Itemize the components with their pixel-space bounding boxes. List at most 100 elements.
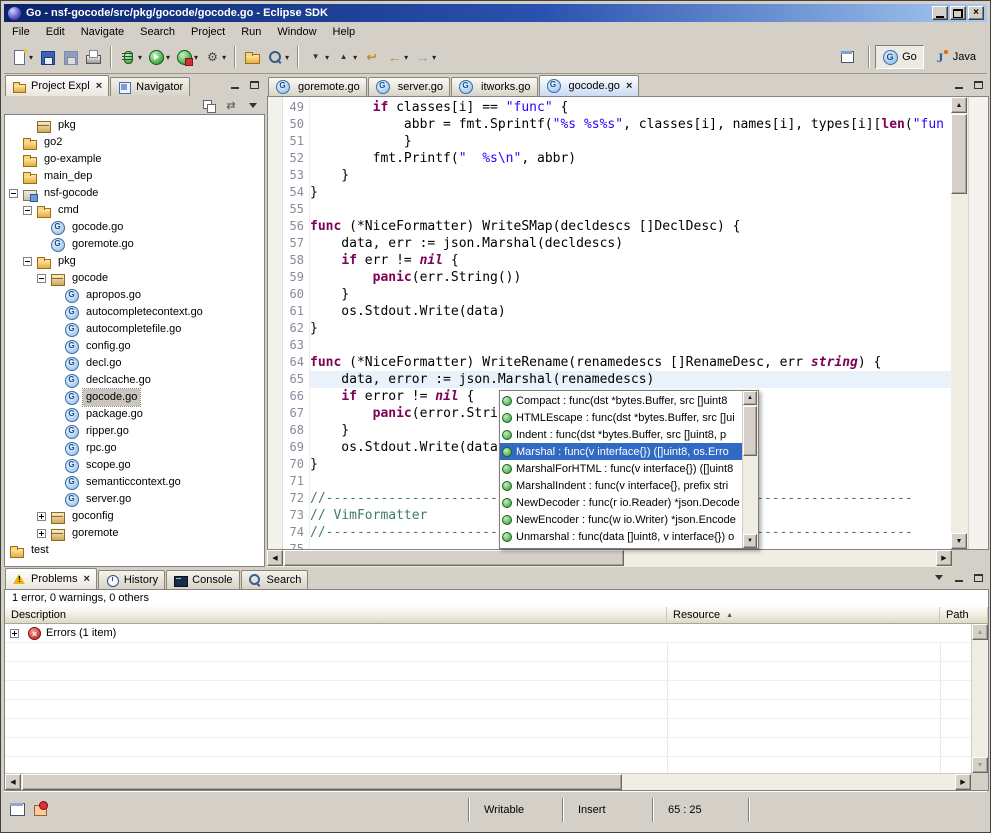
tree-item-goremote.go[interactable]: goremote.go [5, 236, 264, 253]
view-menu-button[interactable] [930, 570, 947, 585]
collapse-all-button[interactable] [200, 98, 218, 113]
popup-scrollbar[interactable]: ▲ ▼ [742, 391, 758, 548]
tree-item-nsf-gocode[interactable]: nsf-gocode [5, 185, 264, 202]
link-with-editor-button[interactable]: ⇄ [222, 98, 240, 113]
completion-item[interactable]: NewEncoder : func(w io.Writer) *json.Enc… [500, 511, 742, 528]
view-tab-problems[interactable]: Problems× [5, 568, 97, 589]
save-all-button[interactable] [59, 44, 82, 70]
tree-item-cmd[interactable]: cmd [5, 202, 264, 219]
view-tab-console[interactable]: Console [166, 570, 239, 589]
editor-tab-goremote.go[interactable]: goremote.go [268, 77, 367, 96]
forward-button[interactable]: →▾ [411, 44, 439, 70]
problems-vertical-scrollbar[interactable]: ▲ ▼ [971, 624, 988, 773]
scrollbar-thumb[interactable] [951, 114, 967, 194]
search-button[interactable]: ▾ [264, 44, 292, 70]
tree-item-go-example[interactable]: go-example [5, 151, 264, 168]
view-tab-navigator[interactable]: Navigator [110, 77, 190, 96]
scroll-up-icon[interactable]: ▲ [972, 624, 988, 640]
dropdown-arrow-icon[interactable]: ▾ [194, 53, 198, 62]
tree-expander[interactable] [37, 529, 46, 538]
completion-item[interactable]: MarshalIndent : func(v interface{}, pref… [500, 477, 742, 494]
maximize-view-button[interactable] [970, 570, 987, 585]
perspective-java-button[interactable]: Java [926, 45, 983, 69]
close-tab-icon[interactable]: × [96, 81, 102, 92]
code-line-65[interactable]: data, error := json.Marshal(renamedescs) [310, 371, 951, 388]
scrollbar-thumb[interactable] [22, 774, 622, 790]
save-button[interactable] [36, 44, 59, 70]
view-tab-history[interactable]: History [98, 570, 165, 589]
scroll-up-icon[interactable]: ▲ [951, 97, 967, 113]
debug-button[interactable]: ▾ [117, 44, 145, 70]
scroll-left-icon[interactable]: ◀ [267, 550, 283, 566]
minimize-view-button[interactable] [226, 77, 243, 92]
tree-item-ripper.go[interactable]: ripper.go [5, 423, 264, 440]
dropdown-arrow-icon[interactable]: ▾ [325, 53, 329, 62]
tree-item-declcache.go[interactable]: declcache.go [5, 372, 264, 389]
scroll-up-icon[interactable]: ▲ [743, 391, 757, 405]
line-number-ruler[interactable]: 4950515253545556575859606162636465666768… [283, 97, 310, 549]
problems-table[interactable]: ×Errors (1 item) [5, 624, 971, 773]
run-button[interactable]: ▾ [145, 44, 173, 70]
editor-tab-server.go[interactable]: server.go [368, 77, 450, 96]
tree-item-test[interactable]: test [5, 542, 264, 559]
completion-item[interactable]: NewDecoder : func(r io.Reader) *json.Dec… [500, 494, 742, 511]
titlebar[interactable]: Go - nsf-gocode/src/pkg/gocode/gocode.go… [4, 4, 987, 22]
menu-window[interactable]: Window [269, 24, 324, 40]
code-line-55[interactable] [310, 201, 951, 218]
completion-item[interactable]: Indent : func(dst *bytes.Buffer, src []u… [500, 426, 742, 443]
code-line-58[interactable]: if err != nil { [310, 252, 951, 269]
tree-item-gocode[interactable]: gocode [5, 270, 264, 287]
tree-item-autocompletefile.go[interactable]: autocompletefile.go [5, 321, 264, 338]
code-line-60[interactable]: } [310, 286, 951, 303]
tree-expander[interactable] [37, 274, 46, 283]
tree-item-goconfig[interactable]: goconfig [5, 508, 264, 525]
maximize-view-button[interactable] [246, 77, 263, 92]
dropdown-arrow-icon[interactable]: ▾ [432, 53, 436, 62]
code-line-50[interactable]: abbr = fmt.Sprintf("%s %s%s", classes[i]… [310, 116, 951, 133]
maximize-editor-button[interactable] [970, 77, 987, 92]
view-tab-project-expl[interactable]: Project Expl× [5, 75, 109, 96]
view-menu-button[interactable] [244, 98, 261, 113]
tree-item-config.go[interactable]: config.go [5, 338, 264, 355]
code-line-53[interactable]: } [310, 167, 951, 184]
menu-file[interactable]: File [4, 24, 38, 40]
tree-item-server.go[interactable]: server.go [5, 491, 264, 508]
tree-expander[interactable] [23, 257, 32, 266]
tree-expander[interactable] [9, 189, 18, 198]
last-edit-location-button[interactable]: ↩ [360, 44, 383, 70]
completion-item[interactable]: Marshal : func(v interface{}) ([]uint8, … [500, 443, 742, 460]
code-line-57[interactable]: data, err := json.Marshal(decldescs) [310, 235, 951, 252]
code-line-52[interactable]: fmt.Printf(" %s\n", abbr) [310, 150, 951, 167]
dropdown-arrow-icon[interactable]: ▾ [29, 53, 33, 62]
editor-horizontal-scrollbar[interactable]: ◀ ▶ [267, 550, 952, 567]
editor-tab-itworks.go[interactable]: itworks.go [451, 77, 538, 96]
back-button[interactable]: ←▾ [383, 44, 411, 70]
minimize-button[interactable] [932, 6, 948, 20]
scroll-right-icon[interactable]: ▶ [955, 774, 971, 790]
completion-item[interactable]: MarshalForHTML : func(v interface{}) ([]… [500, 460, 742, 477]
code-line-62[interactable]: } [310, 320, 951, 337]
problems-row[interactable]: ×Errors (1 item) [5, 624, 971, 643]
dropdown-arrow-icon[interactable]: ▾ [353, 53, 357, 62]
completion-item[interactable]: HTMLEscape : func(dst *bytes.Buffer, src… [500, 409, 742, 426]
editor-tab-gocode.go[interactable]: gocode.go× [539, 75, 640, 96]
print-button[interactable] [82, 44, 105, 70]
code-line-49[interactable]: if classes[i] == "func" { [310, 99, 951, 116]
minimize-view-button[interactable] [950, 570, 967, 585]
scroll-right-icon[interactable]: ▶ [936, 550, 952, 566]
open-perspective-button[interactable] [833, 45, 863, 69]
show-view-icon[interactable] [32, 801, 49, 818]
dropdown-arrow-icon[interactable]: ▾ [404, 53, 408, 62]
restore-button[interactable] [950, 6, 966, 20]
next-annotation-button[interactable]: ▼▾ [304, 44, 332, 70]
code-line-63[interactable] [310, 337, 951, 354]
tree-item-go2[interactable]: go2 [5, 134, 264, 151]
minimize-editor-button[interactable] [950, 77, 967, 92]
scroll-down-icon[interactable]: ▼ [951, 533, 967, 549]
tree-item-package.go[interactable]: package.go [5, 406, 264, 423]
tree-item-goremote[interactable]: goremote [5, 525, 264, 542]
scrollbar-thumb[interactable] [743, 406, 757, 456]
annotation-ruler[interactable] [268, 97, 283, 549]
tree-item-rpc.go[interactable]: rpc.go [5, 440, 264, 457]
completion-item[interactable]: Compact : func(dst *bytes.Buffer, src []… [500, 392, 742, 409]
